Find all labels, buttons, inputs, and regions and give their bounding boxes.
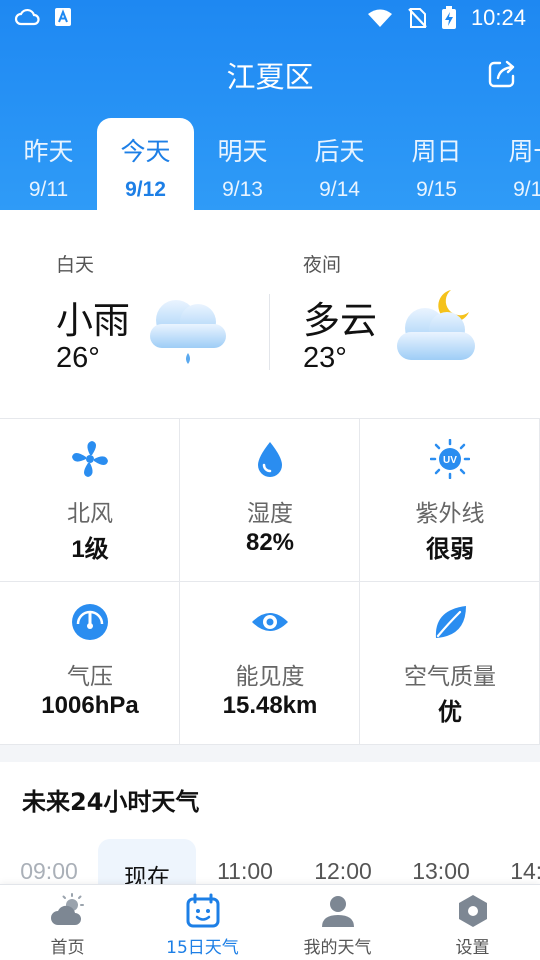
visibility-card: 能见度 15.48km bbox=[180, 582, 360, 745]
night-temp: 23° bbox=[303, 342, 347, 374]
uv-value: 很弱 bbox=[426, 536, 474, 563]
hour-item[interactable]: 12:00 bbox=[294, 839, 392, 884]
cloud-weather-icon bbox=[14, 8, 40, 26]
tab-name: 今天 bbox=[120, 137, 171, 166]
tab-day-after[interactable]: 后天 9/14 bbox=[291, 118, 388, 210]
home-weather-icon bbox=[51, 893, 84, 925]
tab-date: 9/11 bbox=[28, 178, 69, 201]
tab-sunday[interactable]: 周日 9/15 bbox=[388, 118, 485, 210]
tab-date: 9/14 bbox=[319, 178, 360, 201]
bottom-nav: 首页 15日天气 我的天气 设置 bbox=[0, 884, 540, 960]
header: 10:24 江夏区 昨天 9/11 今天 9/12 明天 9/13 后天 9/1… bbox=[0, 0, 540, 210]
nav-label: 首页 bbox=[50, 938, 85, 958]
uv-sun-icon: UV bbox=[430, 439, 470, 479]
daytime-condition: 小雨 bbox=[56, 299, 130, 342]
nav-label: 我的天气 bbox=[303, 938, 372, 958]
light-rain-icon bbox=[150, 300, 226, 364]
pressure-title: 气压 bbox=[67, 664, 113, 690]
hour-item[interactable]: 13:00 bbox=[392, 839, 490, 884]
air-quality-card: 空气质量 优 bbox=[360, 582, 540, 745]
today-summary: 白天 小雨 26° 夜间 多云 23° bbox=[0, 210, 540, 418]
tab-yesterday[interactable]: 昨天 9/11 bbox=[0, 118, 97, 210]
tab-date: 9/12 bbox=[125, 178, 166, 201]
hour-item[interactable]: 14:00 bbox=[490, 839, 540, 884]
wind-title: 北风 bbox=[67, 501, 113, 527]
tab-name: 后天 bbox=[314, 137, 365, 166]
uv-card: UV 紫外线 很弱 bbox=[360, 419, 540, 582]
uv-title: 紫外线 bbox=[415, 501, 485, 527]
humidity-card: 湿度 82% bbox=[180, 419, 360, 582]
air-quality-value: 优 bbox=[438, 699, 462, 726]
calendar-icon bbox=[186, 893, 220, 928]
tab-date: 9/15 bbox=[416, 178, 457, 201]
hourly-forecast: 未来24小时天气 09:00 现在 11:00 12:00 13:00 14:0… bbox=[0, 762, 540, 884]
hour-item[interactable]: 09:00 bbox=[0, 839, 98, 884]
visibility-title: 能见度 bbox=[235, 664, 305, 690]
svg-text:UV: UV bbox=[443, 455, 457, 466]
visibility-eye-icon bbox=[252, 613, 288, 631]
no-sim-icon bbox=[408, 8, 427, 28]
daytime-panel: 白天 小雨 26° bbox=[0, 210, 270, 418]
humidity-drop-icon bbox=[258, 442, 282, 477]
tab-name: 明天 bbox=[217, 137, 268, 166]
nav-my-weather[interactable]: 我的天气 bbox=[270, 885, 405, 960]
wind-card: 北风 1级 bbox=[0, 419, 180, 582]
pressure-value: 1006hPa bbox=[41, 692, 139, 719]
hour-item[interactable]: 11:00 bbox=[196, 839, 294, 884]
user-icon bbox=[322, 896, 354, 927]
night-label: 夜间 bbox=[303, 254, 342, 276]
tab-date: 9/16 bbox=[513, 178, 540, 201]
tab-date: 9/13 bbox=[222, 178, 263, 201]
pressure-card: 气压 1006hPa bbox=[0, 582, 180, 745]
tab-tomorrow[interactable]: 明天 9/13 bbox=[194, 118, 291, 210]
night-condition: 多云 bbox=[303, 299, 377, 342]
visibility-value: 15.48km bbox=[222, 692, 318, 719]
tab-today[interactable]: 今天 9/12 bbox=[97, 118, 194, 210]
day-tabs: 昨天 9/11 今天 9/12 明天 9/13 后天 9/14 周日 9/15 … bbox=[0, 118, 540, 210]
nav-label: 15日天气 bbox=[166, 938, 239, 958]
clock: 10:24 bbox=[470, 5, 526, 30]
wifi-icon bbox=[367, 9, 392, 27]
hour-item-now[interactable]: 现在 bbox=[98, 839, 196, 884]
settings-hex-icon bbox=[459, 895, 487, 927]
tab-name: 周一 bbox=[508, 137, 540, 166]
status-bar: 10:24 bbox=[0, 0, 540, 36]
humidity-value: 82% bbox=[245, 529, 295, 556]
nav-settings[interactable]: 设置 bbox=[405, 885, 540, 960]
daytime-label: 白天 bbox=[56, 254, 95, 276]
city-title: 江夏区 bbox=[226, 60, 314, 94]
weather-details-grid: 北风 1级 湿度 82% UV 紫外线 很弱 气压 1006hPa 能见度 15… bbox=[0, 418, 540, 745]
app-store-icon bbox=[55, 8, 71, 26]
night-panel: 夜间 多云 23° bbox=[247, 210, 517, 418]
air-leaf-icon bbox=[435, 606, 466, 638]
daytime-temp: 26° bbox=[56, 342, 100, 374]
cloudy-night-icon bbox=[397, 290, 475, 360]
tab-name: 昨天 bbox=[23, 137, 74, 166]
battery-charging-icon bbox=[441, 6, 456, 29]
wind-fan-icon bbox=[72, 441, 108, 477]
pressure-gauge-icon bbox=[72, 604, 108, 640]
tab-name: 周日 bbox=[411, 137, 462, 166]
tab-monday[interactable]: 周一 9/16 bbox=[485, 118, 540, 210]
hourly-forecast-title: 未来24小时天气 bbox=[22, 788, 200, 816]
nav-15day[interactable]: 15日天气 bbox=[135, 885, 270, 960]
nav-home[interactable]: 首页 bbox=[0, 885, 135, 960]
air-quality-title: 空气质量 bbox=[404, 664, 496, 690]
humidity-title: 湿度 bbox=[247, 501, 293, 527]
wind-value: 1级 bbox=[71, 536, 109, 563]
nav-label: 设置 bbox=[455, 938, 490, 958]
share-icon[interactable] bbox=[486, 58, 518, 90]
title-bar: 江夏区 bbox=[0, 48, 540, 100]
